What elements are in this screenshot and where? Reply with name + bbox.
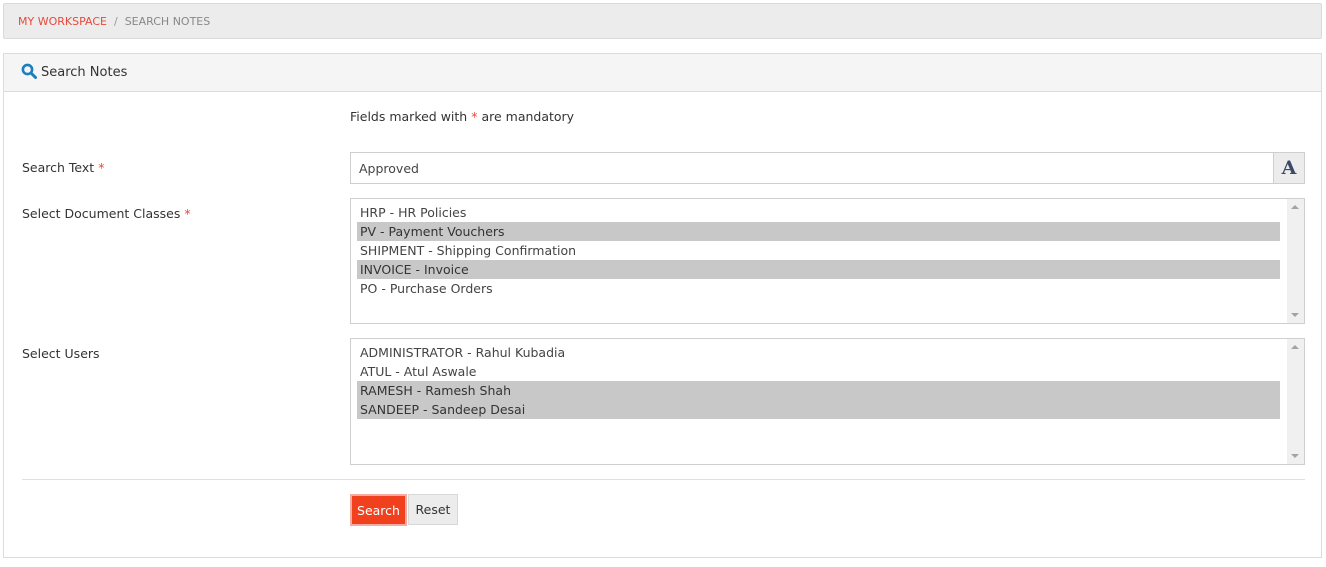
search-text-label: Search Text * [22,160,104,175]
list-option[interactable]: SHIPMENT - Shipping Confirmation [357,241,1280,260]
mandatory-note: Fields marked with * are mandatory [350,109,574,124]
list-option[interactable]: ATUL - Atul Aswale [357,362,1280,381]
list-option[interactable]: ADMINISTRATOR - Rahul Kubadia [357,343,1280,362]
breadcrumb-my-workspace-link[interactable]: My Workspace [18,15,107,28]
list-option[interactable]: SANDEEP - Sandeep Desai [357,400,1280,419]
scroll-up-arrow-icon[interactable] [1291,345,1299,349]
search-text-label-text: Search Text [22,160,95,175]
list-option[interactable]: INVOICE - Invoice [357,260,1280,279]
users-scrollbar[interactable] [1287,339,1304,464]
scroll-down-arrow-icon[interactable] [1291,454,1299,458]
document-classes-label: Select Document Classes * [22,206,191,221]
form-divider [22,479,1305,480]
search-button[interactable]: Search [350,494,407,526]
required-star: * [471,109,478,124]
document-classes-listbox[interactable]: HRP - HR Policies PV - Payment Vouchers SH… [350,198,1305,324]
mandatory-note-suffix: are mandatory [481,109,575,124]
search-icon [21,63,41,83]
list-option[interactable]: PV - Payment Vouchers [357,222,1280,241]
required-star: * [184,206,191,221]
search-text-input[interactable] [350,152,1273,184]
list-option[interactable]: RAMESH - Ramesh Shah [357,381,1280,400]
scroll-down-arrow-icon[interactable] [1291,313,1299,317]
users-label: Select Users [22,346,100,361]
users-listbox[interactable]: ADMINISTRATOR - Rahul Kubadia ATUL - Atul… [350,338,1305,465]
breadcrumb-current: Search Notes [124,14,211,28]
panel-title: Search Notes [41,65,128,80]
font-style-button[interactable]: A [1273,152,1305,184]
breadcrumb-separator: / [113,14,118,28]
mandatory-note-prefix: Fields marked with [350,109,468,124]
breadcrumb: My Workspace / Search Notes [3,3,1322,39]
reset-button[interactable]: Reset [408,494,458,525]
document-classes-scrollbar[interactable] [1287,199,1304,323]
users-label-text: Select Users [22,346,100,361]
scroll-up-arrow-icon[interactable] [1291,205,1299,209]
list-option[interactable]: HRP - HR Policies [357,203,1280,222]
panel-header: Search Notes [4,54,1321,92]
list-option[interactable]: PO - Purchase Orders [357,279,1280,298]
document-classes-label-text: Select Document Classes [22,206,181,221]
required-star: * [98,160,105,175]
search-notes-panel: Search Notes Fields marked with * are ma… [3,53,1322,558]
search-text-field-group: A [350,152,1305,184]
